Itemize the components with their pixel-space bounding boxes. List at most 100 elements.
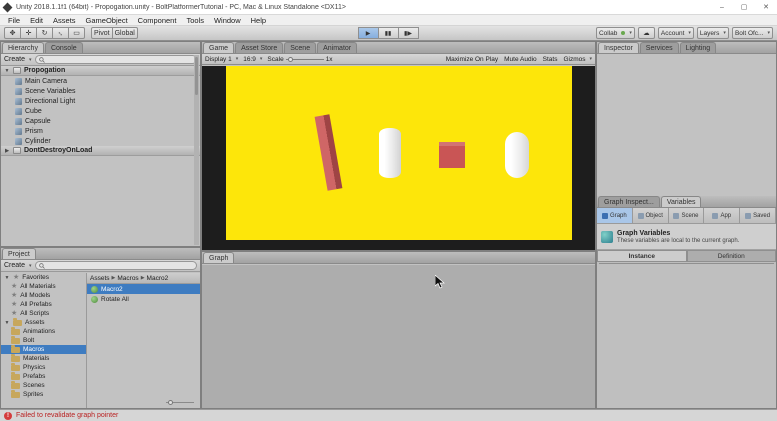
tab-services[interactable]: Services bbox=[640, 42, 679, 53]
asset-zoom-slider[interactable] bbox=[166, 400, 194, 405]
status-bar[interactable]: ! Failed to revalidate graph pointer bbox=[0, 409, 777, 421]
scale-slider[interactable] bbox=[286, 59, 324, 60]
tab-variables[interactable]: Variables bbox=[661, 196, 702, 207]
expand-triangle-icon[interactable]: ▼ bbox=[4, 68, 10, 74]
file-rotate-all[interactable]: Rotate All bbox=[87, 294, 200, 304]
collab-button[interactable]: Collab ▾ bbox=[596, 27, 635, 39]
move-tool-button[interactable]: ✛ bbox=[20, 27, 37, 39]
tab-inspector[interactable]: Inspector bbox=[598, 42, 639, 53]
hierarchy-item-prism[interactable]: Prism bbox=[1, 126, 200, 136]
slider-knob[interactable] bbox=[168, 400, 173, 405]
folder-sprites[interactable]: Sprites bbox=[1, 390, 86, 399]
collapse-triangle-icon[interactable]: ▶ bbox=[4, 148, 10, 154]
close-button[interactable]: ✕ bbox=[755, 0, 777, 14]
tab-scene[interactable]: Scene bbox=[284, 42, 316, 53]
menu-item-component[interactable]: Component bbox=[133, 16, 182, 25]
definition-tab[interactable]: Definition bbox=[687, 250, 777, 262]
global-toggle-button[interactable]: Global bbox=[112, 27, 138, 39]
tab-graph[interactable]: Graph bbox=[203, 252, 234, 263]
object-icon bbox=[638, 213, 644, 219]
maximize-button[interactable]: ▢ bbox=[733, 0, 755, 14]
hierarchy-item-cube[interactable]: Cube bbox=[1, 106, 200, 116]
display-dropdown[interactable]: Display 1 ▾ bbox=[205, 56, 238, 63]
favorite-all-scripts[interactable]: ★All Scripts bbox=[1, 309, 86, 318]
folder-prefabs[interactable]: Prefabs bbox=[1, 372, 86, 381]
tab-asset-store[interactable]: Asset Store bbox=[235, 42, 283, 53]
folder-bolt[interactable]: Bolt bbox=[1, 336, 86, 345]
hierarchy-scrollbar[interactable] bbox=[194, 55, 199, 245]
favorite-all-models[interactable]: ★All Models bbox=[1, 291, 86, 300]
hand-tool-button[interactable]: ✥ bbox=[4, 27, 21, 39]
scale-tool-button[interactable]: ↔ bbox=[52, 27, 69, 39]
file-macro2[interactable]: Macro2 bbox=[87, 284, 200, 294]
menu-item-tools[interactable]: Tools bbox=[181, 16, 209, 25]
pivot-toggle-button[interactable]: Pivot bbox=[91, 27, 113, 39]
menu-item-file[interactable]: File bbox=[3, 16, 25, 25]
chevron-down-icon: ▾ bbox=[688, 30, 691, 36]
menu-item-gameobject[interactable]: GameObject bbox=[81, 16, 133, 25]
aspect-dropdown[interactable]: 16:9 ▾ bbox=[243, 56, 262, 63]
instance-tab[interactable]: Instance bbox=[597, 250, 687, 262]
account-label: Account bbox=[661, 30, 685, 37]
tab-game[interactable]: Game bbox=[203, 42, 234, 53]
graph-canvas[interactable] bbox=[202, 265, 595, 408]
hierarchy-item-cylinder[interactable]: Cylinder bbox=[1, 136, 200, 146]
rect-tool-button[interactable]: ▭ bbox=[68, 27, 85, 39]
create-button[interactable]: Create ▾ bbox=[4, 262, 32, 269]
layers-dropdown[interactable]: Layers ▾ bbox=[697, 27, 729, 39]
menu-item-edit[interactable]: Edit bbox=[25, 16, 48, 25]
breadcrumb-assets[interactable]: Assets bbox=[90, 275, 110, 282]
maximize-on-play-toggle[interactable]: Maximize On Play bbox=[446, 56, 498, 63]
hierarchy-item-capsule[interactable]: Capsule bbox=[1, 116, 200, 126]
hierarchy-search-input[interactable] bbox=[35, 55, 197, 64]
tab-animator[interactable]: Animator bbox=[317, 42, 357, 53]
slider-knob[interactable] bbox=[288, 57, 293, 62]
folder-animations[interactable]: Animations bbox=[1, 327, 86, 336]
tab-lighting[interactable]: Lighting bbox=[680, 42, 717, 53]
favorites-header[interactable]: ▼ ★ Favorites bbox=[1, 273, 86, 282]
hierarchy-item-directional-light[interactable]: Directional Light bbox=[1, 96, 200, 106]
tab-console[interactable]: Console bbox=[45, 42, 83, 53]
folder-materials[interactable]: Materials bbox=[1, 354, 86, 363]
breadcrumb-macro2[interactable]: Macro2 bbox=[147, 275, 169, 282]
folder-physics[interactable]: Physics bbox=[1, 363, 86, 372]
play-button[interactable]: ▶ bbox=[358, 27, 379, 39]
expand-triangle-icon[interactable]: ▼ bbox=[4, 275, 10, 281]
expand-triangle-icon[interactable]: ▼ bbox=[4, 320, 10, 326]
hierarchy-item-main-camera[interactable]: Main Camera bbox=[1, 76, 200, 86]
rotate-tool-button[interactable]: ↻ bbox=[36, 27, 53, 39]
favorite-all-prefabs[interactable]: ★All Prefabs bbox=[1, 300, 86, 309]
mute-audio-toggle[interactable]: Mute Audio bbox=[504, 56, 537, 63]
scope-app-button[interactable]: App bbox=[704, 208, 740, 223]
scope-object-button[interactable]: Object bbox=[633, 208, 669, 223]
scrollbar-thumb[interactable] bbox=[195, 57, 198, 95]
menu-item-help[interactable]: Help bbox=[246, 16, 271, 25]
pause-button[interactable]: ▮▮ bbox=[378, 27, 399, 39]
scene-row-dontdestroyonload[interactable]: ▶ DontDestroyOnLoad bbox=[1, 146, 200, 156]
tab-graph-inspector[interactable]: Graph Inspect... bbox=[598, 196, 660, 207]
folder-scenes[interactable]: Scenes bbox=[1, 381, 86, 390]
minimize-button[interactable]: – bbox=[711, 0, 733, 14]
step-button[interactable]: ▮▶ bbox=[398, 27, 419, 39]
favorite-all-materials[interactable]: ★All Materials bbox=[1, 282, 86, 291]
gizmos-dropdown[interactable]: Gizmos ▾ bbox=[563, 56, 592, 63]
breadcrumb-macros[interactable]: Macros bbox=[117, 275, 138, 282]
project-search-input[interactable] bbox=[35, 261, 197, 270]
tab-project[interactable]: Project bbox=[2, 248, 36, 259]
menu-item-assets[interactable]: Assets bbox=[48, 16, 81, 25]
tab-hierarchy[interactable]: Hierarchy bbox=[2, 42, 44, 53]
account-dropdown[interactable]: Account ▾ bbox=[658, 27, 694, 39]
stats-toggle[interactable]: Stats bbox=[543, 56, 558, 63]
menu-item-window[interactable]: Window bbox=[209, 16, 246, 25]
layout-dropdown[interactable]: Bolt Ofc... ▾ bbox=[732, 27, 773, 39]
scope-scene-button[interactable]: Scene bbox=[669, 208, 705, 223]
scope-saved-button[interactable]: Saved bbox=[740, 208, 776, 223]
game-render-area bbox=[202, 66, 595, 250]
cloud-button[interactable]: ☁ bbox=[638, 27, 655, 39]
assets-root-folder[interactable]: ▼ Assets bbox=[1, 318, 86, 327]
folder-macros[interactable]: Macros bbox=[1, 345, 86, 354]
hierarchy-item-scene-variables[interactable]: Scene Variables bbox=[1, 86, 200, 96]
scene-row-propogation[interactable]: ▼ Propogation bbox=[1, 66, 200, 76]
scope-graph-button[interactable]: Graph bbox=[597, 208, 633, 223]
create-button[interactable]: Create ▾ bbox=[4, 56, 32, 63]
